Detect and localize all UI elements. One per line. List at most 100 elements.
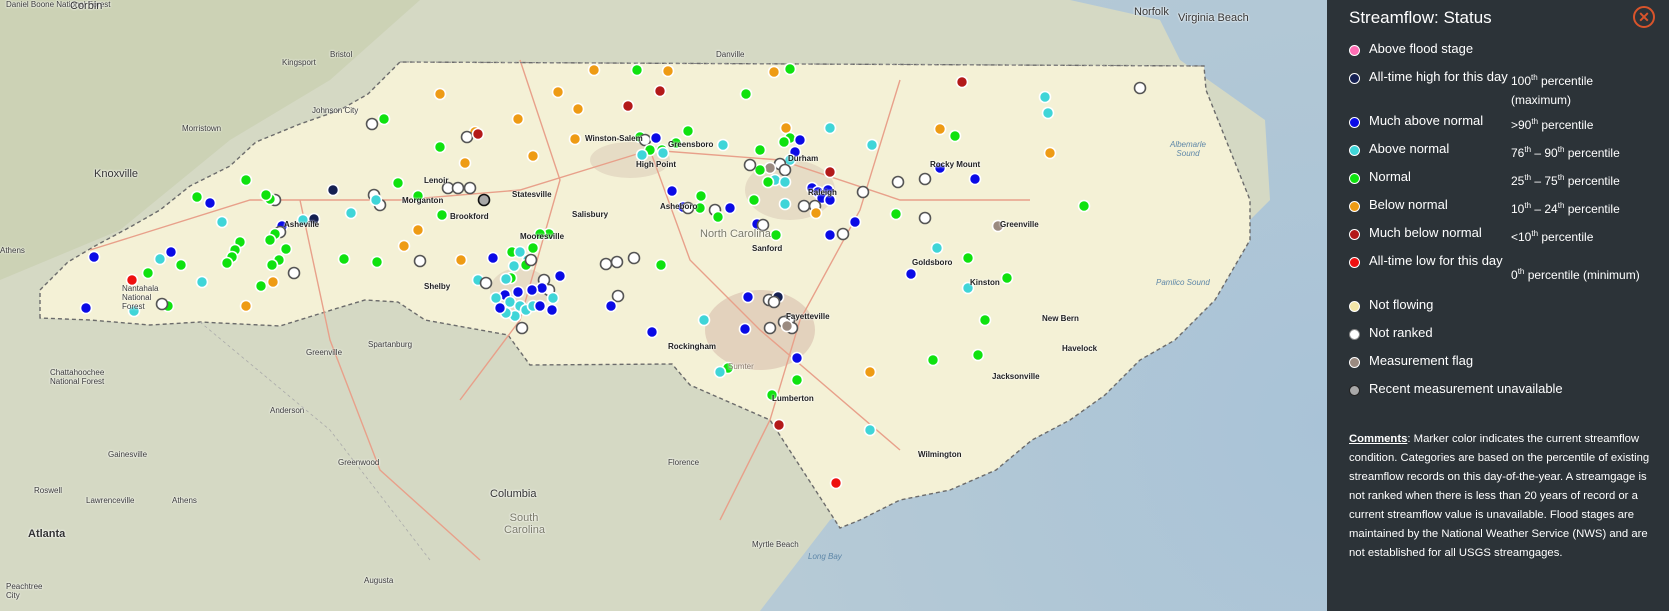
streamgage-marker[interactable] — [790, 373, 804, 387]
streamgage-marker[interactable] — [723, 201, 737, 215]
streamgage-marker[interactable] — [635, 148, 649, 162]
streamgage-marker[interactable] — [889, 207, 903, 221]
streamgage-marker[interactable] — [515, 321, 529, 335]
streamgage-marker[interactable] — [665, 184, 679, 198]
streamgage-marker[interactable] — [369, 193, 383, 207]
streamgage-marker[interactable] — [971, 348, 985, 362]
streamgage-marker[interactable] — [863, 423, 877, 437]
streamgage-marker[interactable] — [263, 233, 277, 247]
streamgage-marker[interactable] — [507, 259, 521, 273]
streamgage-marker[interactable] — [627, 251, 641, 265]
streamgage-marker[interactable] — [220, 256, 234, 270]
streamgage-marker[interactable] — [551, 85, 565, 99]
streamgage-marker[interactable] — [753, 143, 767, 157]
streamgage-marker[interactable] — [1038, 90, 1052, 104]
streamgage-marker[interactable] — [778, 163, 792, 177]
streamgage-marker[interactable] — [499, 272, 513, 286]
streamgage-marker[interactable] — [79, 301, 93, 315]
streamgage-marker[interactable] — [266, 275, 280, 289]
streamgage-marker[interactable] — [769, 228, 783, 242]
streamgage-marker[interactable] — [930, 241, 944, 255]
streamgage-marker[interactable] — [413, 254, 427, 268]
streamgage-marker[interactable] — [645, 325, 659, 339]
streamgage-marker[interactable] — [780, 319, 794, 333]
streamgage-marker[interactable] — [654, 258, 668, 272]
streamgage-marker[interactable] — [87, 250, 101, 264]
streamgage-marker[interactable] — [571, 102, 585, 116]
streamgage-marker[interactable] — [568, 132, 582, 146]
streamgage-marker[interactable] — [836, 227, 850, 241]
streamgage-marker[interactable] — [611, 289, 625, 303]
streamgage-marker[interactable] — [711, 210, 725, 224]
streamgage-marker[interactable] — [411, 223, 425, 237]
streamgage-marker[interactable] — [239, 299, 253, 313]
streamgage-marker[interactable] — [1041, 106, 1055, 120]
streamgage-marker[interactable] — [477, 193, 491, 207]
streamgage-marker[interactable] — [772, 418, 786, 432]
map-area[interactable]: Daniel Boone National Forest Corbin Norf… — [0, 0, 1327, 611]
streamgage-marker[interactable] — [738, 322, 752, 336]
streamgage-marker[interactable] — [778, 175, 792, 189]
streamgage-marker[interactable] — [190, 190, 204, 204]
streamgage-marker[interactable] — [239, 173, 253, 187]
streamgage-marker[interactable] — [767, 65, 781, 79]
streamgage-marker[interactable] — [747, 193, 761, 207]
streamgage-marker[interactable] — [823, 121, 837, 135]
streamgage-marker[interactable] — [265, 258, 279, 272]
streamgage-marker[interactable] — [203, 196, 217, 210]
close-button[interactable]: ✕ — [1633, 6, 1655, 28]
streamgage-marker[interactable] — [337, 252, 351, 266]
streamgage-marker[interactable] — [630, 63, 644, 77]
streamgage-marker[interactable] — [790, 351, 804, 365]
streamgage-marker[interactable] — [763, 161, 777, 175]
streamgage-marker[interactable] — [533, 299, 547, 313]
streamgage-marker[interactable] — [365, 117, 379, 131]
streamgage-marker[interactable] — [511, 112, 525, 126]
streamgage-marker[interactable] — [621, 99, 635, 113]
streamgage-marker[interactable] — [1000, 271, 1014, 285]
streamgage-marker[interactable] — [153, 252, 167, 266]
streamgage-marker[interactable] — [370, 255, 384, 269]
streamgage-marker[interactable] — [511, 285, 525, 299]
streamgage-marker[interactable] — [377, 112, 391, 126]
streamgage-marker[interactable] — [486, 251, 500, 265]
map-canvas[interactable] — [0, 0, 1327, 611]
streamgage-marker[interactable] — [793, 133, 807, 147]
streamgage-marker[interactable] — [326, 183, 340, 197]
streamgage-marker[interactable] — [535, 281, 549, 295]
streamgage-marker[interactable] — [553, 269, 567, 283]
streamgage-marker[interactable] — [1077, 199, 1091, 213]
streamgage-marker[interactable] — [259, 188, 273, 202]
streamgage-marker[interactable] — [656, 146, 670, 160]
streamgage-marker[interactable] — [865, 138, 879, 152]
streamgage-marker[interactable] — [279, 242, 293, 256]
streamgage-marker[interactable] — [479, 276, 493, 290]
streamgage-marker[interactable] — [763, 321, 777, 335]
streamgage-marker[interactable] — [783, 62, 797, 76]
streamgage-marker[interactable] — [391, 176, 405, 190]
streamgage-marker[interactable] — [968, 172, 982, 186]
streamgage-marker[interactable] — [1133, 81, 1147, 95]
streamgage-marker[interactable] — [546, 291, 560, 305]
streamgage-marker[interactable] — [848, 215, 862, 229]
streamgage-marker[interactable] — [397, 239, 411, 253]
streamgage-marker[interactable] — [713, 365, 727, 379]
streamgage-marker[interactable] — [761, 175, 775, 189]
streamgage-marker[interactable] — [435, 208, 449, 222]
streamgage-marker[interactable] — [287, 266, 301, 280]
streamgage-marker[interactable] — [545, 303, 559, 317]
streamgage-marker[interactable] — [926, 353, 940, 367]
streamgage-marker[interactable] — [739, 87, 753, 101]
streamgage-marker[interactable] — [649, 131, 663, 145]
streamgage-marker[interactable] — [164, 245, 178, 259]
streamgage-marker[interactable] — [741, 290, 755, 304]
streamgage-marker[interactable] — [778, 197, 792, 211]
streamgage-marker[interactable] — [433, 87, 447, 101]
streamgage-marker[interactable] — [697, 313, 711, 327]
streamgage-marker[interactable] — [195, 275, 209, 289]
streamgage-marker[interactable] — [463, 181, 477, 195]
streamgage-marker[interactable] — [653, 84, 667, 98]
streamgage-marker[interactable] — [891, 175, 905, 189]
streamgage-marker[interactable] — [918, 211, 932, 225]
streamgage-marker[interactable] — [460, 130, 474, 144]
